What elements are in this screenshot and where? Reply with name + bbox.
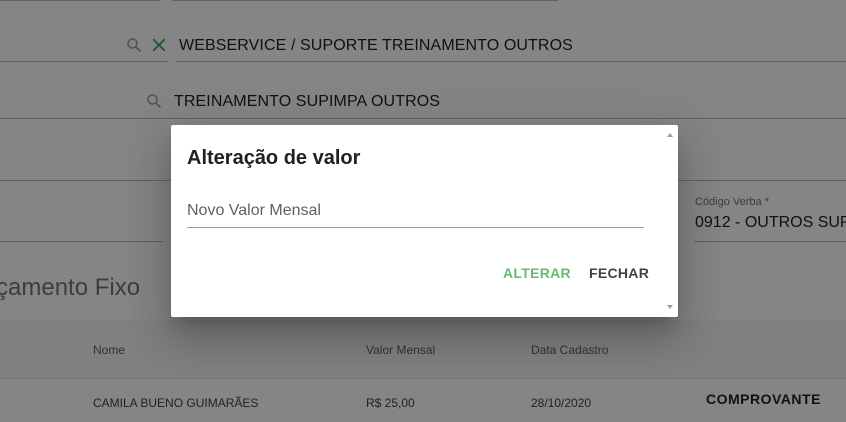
- novo-valor-mensal-input[interactable]: [187, 197, 644, 228]
- fechar-button[interactable]: FECHAR: [585, 263, 653, 283]
- scroll-down-icon[interactable]: [667, 305, 673, 309]
- scroll-up-icon[interactable]: [667, 133, 673, 137]
- alteracao-valor-dialog: Alteração de valor ALTERAR FECHAR: [171, 125, 678, 317]
- alterar-button[interactable]: ALTERAR: [499, 263, 575, 283]
- dialog-scrollbar[interactable]: [663, 125, 678, 317]
- dialog-title: Alteração de valor: [187, 147, 361, 169]
